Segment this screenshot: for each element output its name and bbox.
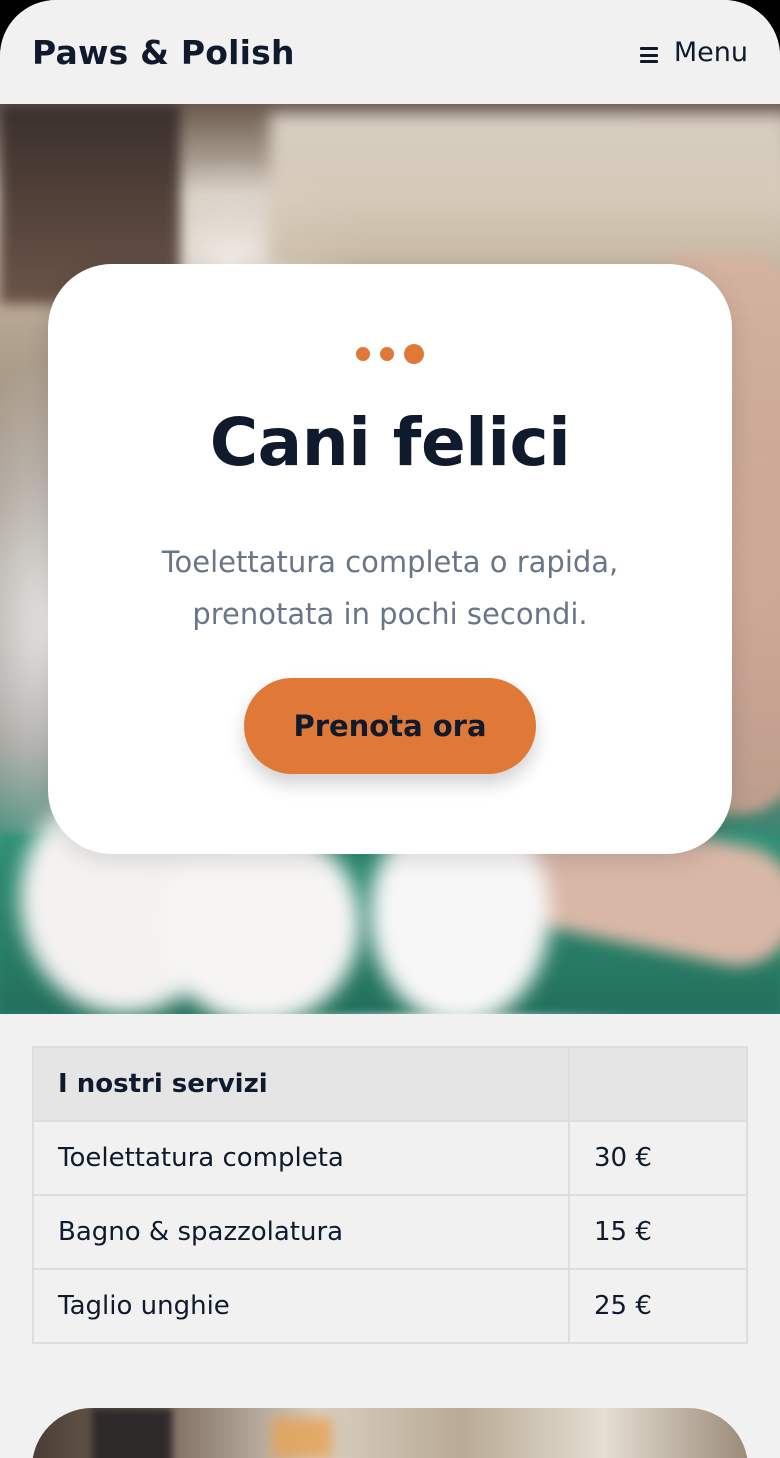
table-row: Toelettatura completa 30 € (32, 1120, 748, 1196)
page: Paws & Polish Menu Cani felici Toelettat… (0, 0, 780, 1458)
service-name: Taglio unghie (32, 1268, 570, 1344)
service-name: Bagno & spazzolatura (32, 1194, 570, 1270)
table-row: Taglio unghie 25 € (32, 1268, 748, 1344)
gallery-image-preview (32, 1408, 748, 1458)
slider-dots (48, 344, 732, 364)
menu-button[interactable]: Menu (639, 36, 748, 68)
service-name: Toelettatura completa (32, 1120, 570, 1196)
hero-section: Cani felici Toelettatura completa o rapi… (0, 104, 780, 1014)
services-table: I nostri servizi Toelettatura completa 3… (32, 1046, 748, 1344)
service-price: 30 € (568, 1120, 748, 1196)
hero-card: Cani felici Toelettatura completa o rapi… (48, 264, 732, 854)
table-row: Bagno & spazzolatura 15 € (32, 1194, 748, 1270)
book-now-button[interactable]: Prenota ora (244, 678, 536, 774)
price-heading (568, 1046, 748, 1122)
slider-dot-1[interactable] (356, 347, 370, 361)
services-heading: I nostri servizi (32, 1046, 570, 1122)
service-price: 15 € (568, 1194, 748, 1270)
menu-label: Menu (673, 36, 748, 68)
service-price: 25 € (568, 1268, 748, 1344)
slider-dot-3-active[interactable] (404, 344, 424, 364)
hero-title: Cani felici (209, 404, 571, 481)
table-header-row: I nostri servizi (32, 1046, 748, 1122)
slider-dot-2[interactable] (380, 347, 394, 361)
brand-logo[interactable]: Paws & Polish (32, 33, 295, 72)
site-header: Paws & Polish Menu (0, 0, 780, 104)
hero-subtitle: Toelettatura completa o rapida, prenotat… (161, 545, 619, 631)
hamburger-icon (639, 47, 658, 63)
